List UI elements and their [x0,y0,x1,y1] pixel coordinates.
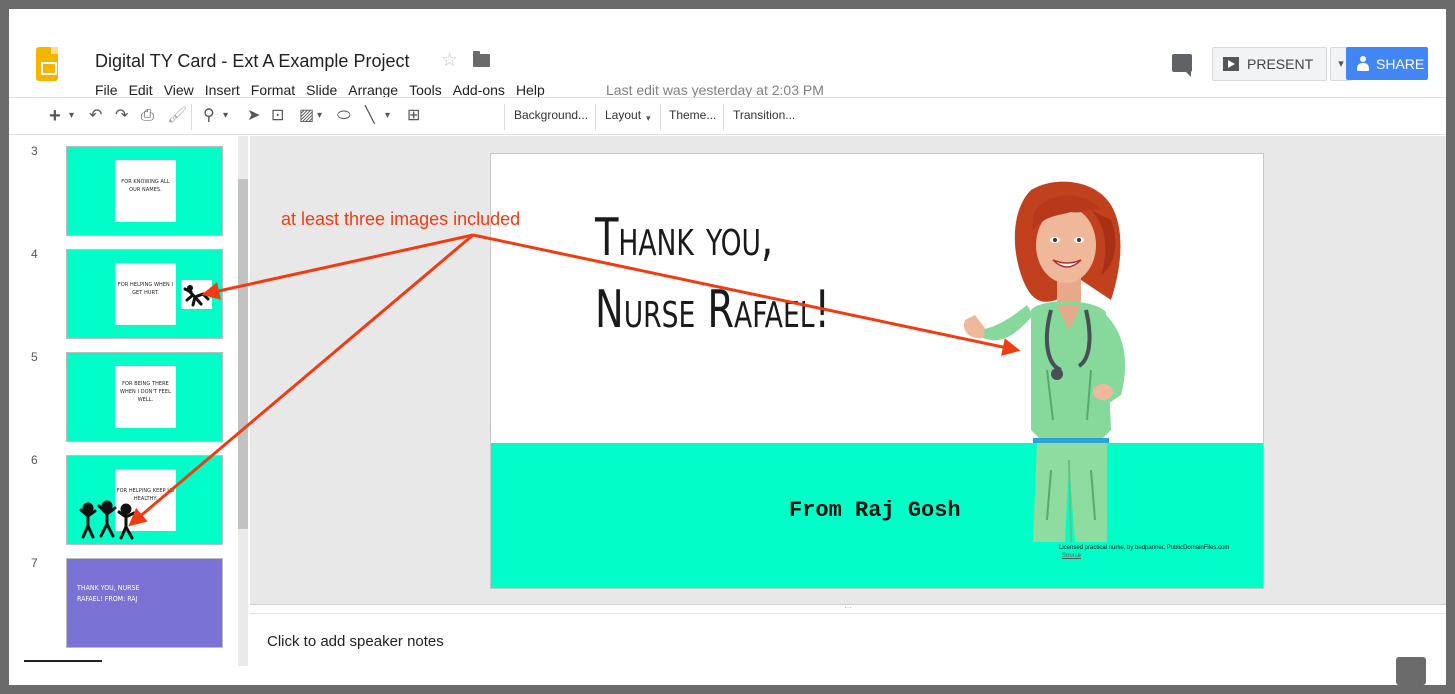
annotation-arrow-nurse [472,233,1021,356]
screenshot-border [0,0,1455,9]
annotation-arrow-slide6 [128,233,474,527]
annotation-arrow-slide4 [201,233,474,300]
slides-app-window: Digital TY Card - Ext A Example Project … [9,9,1446,685]
annotation-arrows [128,233,1021,527]
